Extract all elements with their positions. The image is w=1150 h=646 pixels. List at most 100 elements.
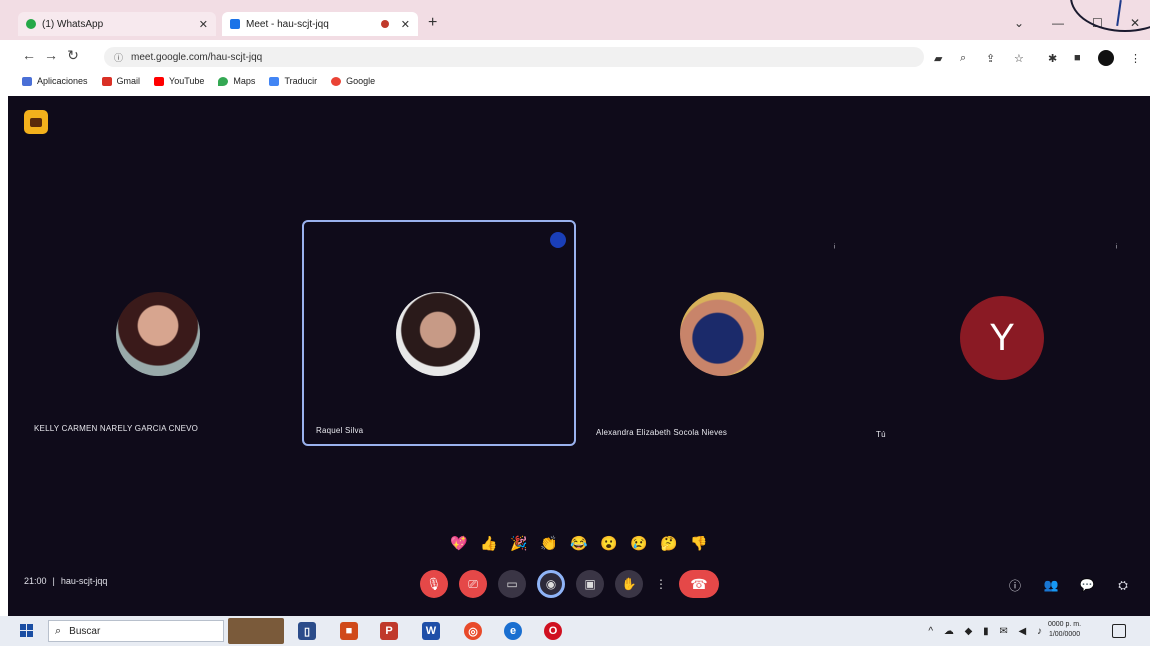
present-button[interactable]: ▣ [576,570,604,598]
media-icon[interactable]: ■ [1074,52,1081,64]
clock-date: 1/00/0000 [1048,631,1081,638]
google-icon [331,76,342,86]
captions-button[interactable]: ▭ [498,570,526,598]
edge-icon[interactable]: e [504,622,522,640]
info-icon[interactable]: ⓘ [114,51,123,64]
gmail-icon [101,76,112,86]
apps-grid-icon [22,76,32,86]
screen: (1) WhatsApp ✕ Meet - hau-scjt-jqq ✕ + ⌄… [0,0,1150,646]
address-bar[interactable]: ⓘ meet.google.com/hau-scjt-jqq [104,47,924,67]
taskbar-thumbnail[interactable] [228,618,284,644]
meet-logo-icon [24,110,48,134]
leave-call-button[interactable]: ☎ [679,570,719,598]
tab-label: Meet - hau-scjt-jqq [246,18,329,30]
cast-icon[interactable]: ▰ [934,52,942,65]
reaction-laugh-icon[interactable]: 😂 [568,532,590,554]
reaction-thinking-icon[interactable]: 🤔 [658,532,680,554]
notifications-icon[interactable] [1112,624,1126,638]
powerpoint-icon[interactable]: P [380,622,398,640]
back-icon[interactable]: ← [18,47,40,63]
camera-toggle-button[interactable]: ⎚ [459,570,487,598]
reaction-thumbs-up-icon[interactable]: 👍 [478,532,500,554]
bookmark-maps[interactable]: Maps [218,76,255,86]
menu-icon[interactable]: ⋮ [1130,52,1141,65]
bookmark-google[interactable]: Google [331,76,375,86]
word-icon[interactable]: W [422,622,440,640]
taskbar-clock[interactable]: 0000 p. m. 1/00/0000 [1048,620,1081,640]
reaction-clap-icon[interactable]: 👏 [538,532,560,554]
raise-hand-button[interactable]: ✋ [615,570,643,598]
search-icon[interactable]: ⌕ [960,52,966,65]
chevron-down-icon[interactable]: ⌄ [1014,16,1024,30]
bookmark-gmail[interactable]: Gmail [101,76,140,86]
tab-whatsapp[interactable]: (1) WhatsApp ✕ [18,12,216,36]
office-icon[interactable]: ■ [340,622,358,640]
star-icon[interactable]: ☆ [1014,52,1024,65]
close-tab-icon[interactable]: ✕ [199,18,208,31]
bookmark-youtube[interactable]: YouTube [154,76,204,86]
mic-off-icon: 🎙 [426,577,442,591]
bookmark-translate[interactable]: Traducir [269,76,317,86]
reactions-button[interactable]: ◉ [537,570,565,598]
search-icon: ⌕ [55,624,62,637]
participant-tile[interactable]: KELLY CARMEN NARELY GARCIA CNEVO [22,226,302,446]
more-options-button[interactable]: ⋮ [654,570,668,598]
mic-off-icon: ᵢ [834,240,836,250]
participant-name: KELLY CARMEN NARELY GARCIA CNEVO [34,424,199,433]
meeting-info: 21:00 | hau-scjt-jqq [24,576,107,586]
participant-name: Alexandra Elizabeth Socola Nieves [596,428,728,437]
side-controls: ⓘ 👥 💬 ⛭ [1006,576,1132,594]
reaction-sad-icon[interactable]: 😢 [628,532,650,554]
forward-icon[interactable]: → [40,47,62,63]
participant-tile[interactable]: ᵢ Alexandra Elizabeth Socola Nieves [588,226,868,446]
clock-time: 0000 p. m. [1048,621,1082,628]
windows-start-icon[interactable] [20,624,34,638]
divider: | [52,576,55,586]
present-screen-icon: ▣ [584,577,596,591]
recording-icon [381,20,389,28]
task-view-icon[interactable]: ▯ [298,622,316,640]
captions-icon: ▭ [506,577,518,591]
reactions-bar: 💖 👍 🎉 👏 😂 😮 😢 🤔 👎 [448,532,710,554]
minimize-icon[interactable]: — [1052,16,1064,30]
avatar [116,292,200,376]
bookmark-apps[interactable]: Aplicaciones [22,76,88,86]
activities-icon[interactable]: ⛭ [1114,576,1132,594]
chat-icon[interactable]: 💬 [1078,576,1096,594]
maps-pin-icon [218,76,229,86]
reaction-party-icon[interactable]: 🎉 [508,532,530,554]
taskbar-search[interactable]: ⌕ Buscar [48,620,224,642]
opera-icon[interactable]: O [544,622,562,640]
extensions-icon[interactable]: ✱ [1048,52,1057,65]
more-vert-icon: ⋮ [655,577,667,591]
reload-icon[interactable]: ↻ [62,47,84,64]
camera-off-icon: ⎚ [468,576,478,591]
whatsapp-icon [26,19,36,29]
people-icon[interactable]: 👥 [1042,576,1060,594]
meet-tab-icon [230,19,240,29]
search-placeholder: Buscar [69,625,101,637]
participant-tile-active[interactable]: Raquel Silva [302,220,576,446]
profile-avatar[interactable] [1098,50,1114,66]
system-tray[interactable]: ^ ☁ ◆ ▮ ✉ ◀ ♪ [928,626,1046,637]
meeting-code: hau-scjt-jqq [60,576,108,586]
mic-toggle-button[interactable]: 🎙 [420,570,448,598]
translate-icon [269,76,280,86]
phone-hangup-icon: ☎ [690,575,708,592]
info-icon[interactable]: ⓘ [1006,576,1024,594]
emoji-icon: ◉ [545,577,557,591]
avatar [396,292,480,376]
participant-name: Tú [876,430,886,439]
avatar [680,292,764,376]
close-tab-icon[interactable]: ✕ [401,18,410,31]
meeting-stage: KELLY CARMEN NARELY GARCIA CNEVO Raquel … [8,96,1150,616]
new-tab-button[interactable]: + [428,14,437,32]
share-icon[interactable]: ⇪ [986,52,995,65]
participant-tile-self[interactable]: ᵢ Y Tú [868,226,1144,446]
reaction-heart-icon[interactable]: 💖 [448,532,470,554]
chrome-icon[interactable]: ◎ [464,622,482,640]
reaction-thumbs-down-icon[interactable]: 👎 [688,532,710,554]
speaking-indicator-icon [550,232,566,248]
reaction-surprised-icon[interactable]: 😮 [598,532,620,554]
participant-name: Raquel Silva [316,426,364,435]
